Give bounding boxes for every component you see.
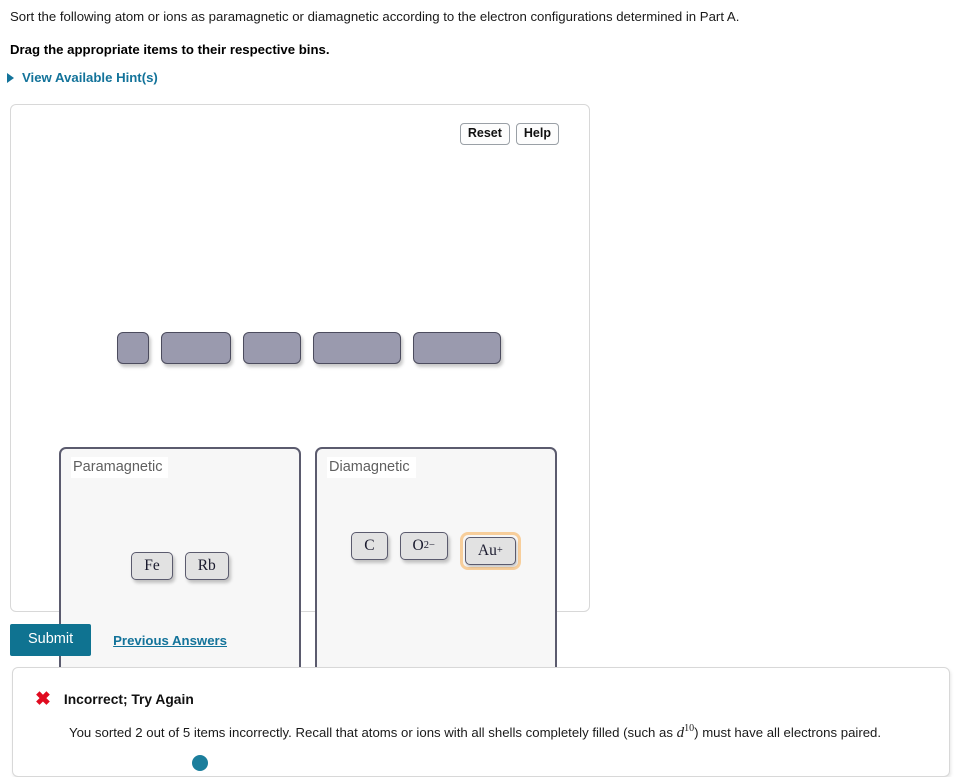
feedback-body: You sorted 2 out of 5 items incorrectly.… — [69, 720, 931, 742]
feedback-header: ✖ Incorrect; Try Again — [35, 690, 194, 709]
bin-diamagnetic-items: C O 2− Au + — [317, 532, 555, 570]
view-hints-toggle[interactable]: View Available Hint(s) — [4, 70, 158, 85]
feedback-title: Incorrect; Try Again — [63, 692, 194, 707]
chip-rb[interactable]: Rb — [184, 552, 229, 580]
math-exponent: 10 — [684, 723, 695, 734]
tray-placeholder-4[interactable] — [413, 332, 501, 364]
tray-placeholder-3[interactable] — [313, 332, 401, 364]
feedback-next-indicator-icon[interactable] — [192, 755, 208, 771]
chip-au[interactable]: Au + — [464, 537, 516, 565]
instruction-text: Drag the appropriate items to their resp… — [10, 42, 330, 57]
chip-label: Au — [477, 542, 497, 559]
chip-c[interactable]: C — [351, 532, 388, 560]
view-hints-label: View Available Hint(s) — [22, 70, 158, 85]
triangle-right-icon — [7, 72, 14, 83]
tray-placeholder-2[interactable] — [243, 332, 301, 364]
red-x-icon: ✖ — [35, 689, 51, 710]
bin-diamagnetic-title: Diamagnetic — [327, 457, 416, 478]
tray-placeholder-0[interactable] — [117, 332, 149, 364]
chip-o[interactable]: O 2− — [399, 532, 448, 560]
tray-placeholder-1[interactable] — [161, 332, 231, 364]
chip-label: C — [364, 537, 375, 554]
reset-button[interactable]: Reset — [459, 123, 510, 145]
chip-au-selected-ring[interactable]: Au + — [459, 532, 521, 570]
bin-paramagnetic-items: Fe Rb — [61, 552, 299, 580]
bin-paramagnetic-title: Paramagnetic — [71, 457, 169, 478]
bin-diamagnetic[interactable]: Diamagnetic C O 2− Au + — [315, 447, 557, 688]
action-row: Submit Previous Answers — [10, 624, 227, 656]
feedback-panel: ✖ Incorrect; Try Again You sorted 2 out … — [12, 667, 950, 777]
previous-answers-link[interactable]: Previous Answers — [113, 633, 227, 648]
question-text: Sort the following atom or ions as param… — [10, 9, 740, 24]
chip-fe[interactable]: Fe — [131, 552, 173, 580]
chip-label: Rb — [197, 557, 216, 574]
chip-label: O — [412, 537, 424, 554]
tool-button-group: Reset Help — [459, 123, 559, 145]
chip-label: Fe — [144, 557, 160, 574]
submit-button[interactable]: Submit — [10, 624, 92, 656]
prompt-area: Sort the following atom or ions as param… — [10, 8, 950, 58]
answer-card: Reset Help Paramagnetic Fe Rb Diamagnetic… — [10, 104, 590, 688]
feedback-math-expression: d10 — [677, 723, 695, 741]
help-button[interactable]: Help — [515, 123, 559, 145]
feedback-body-part1: You sorted 2 out of 5 items incorrectly.… — [69, 725, 677, 740]
feedback-body-part2: ) must have all electrons paired. — [694, 725, 882, 740]
item-tray — [117, 332, 501, 364]
